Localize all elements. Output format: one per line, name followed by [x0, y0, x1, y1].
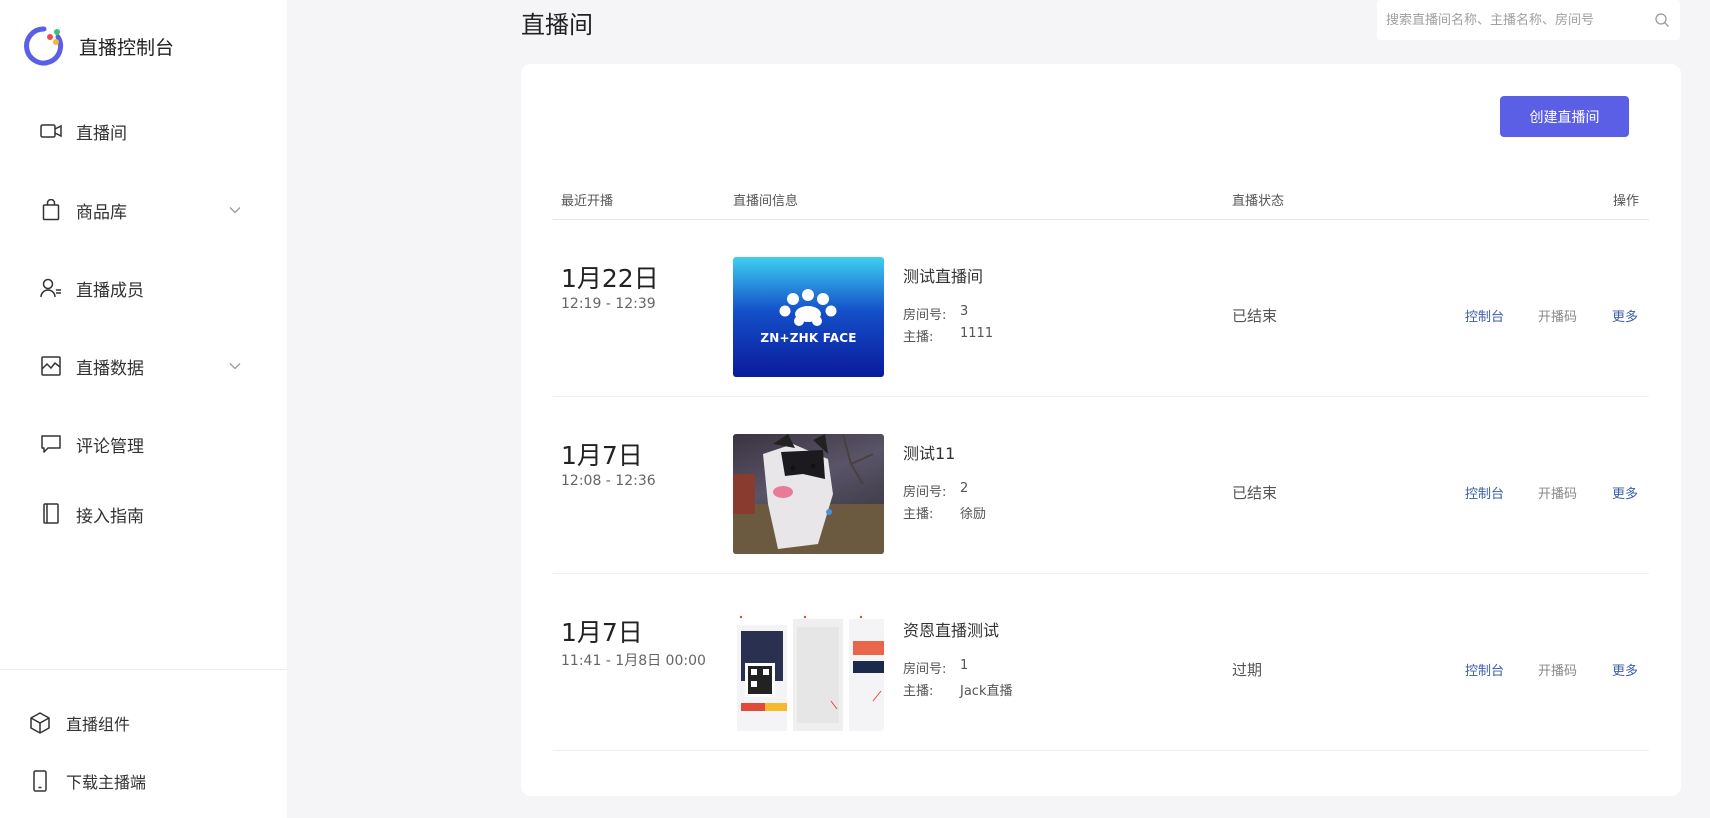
shopping-bag-icon [40, 199, 62, 221]
page-title: 直播间 [521, 11, 593, 39]
status-badge: 过期 [1232, 661, 1263, 679]
column-header-recent: 最近开播 [561, 194, 614, 209]
sidebar-item-members[interactable]: 直播成员 [0, 263, 287, 313]
host-name: 徐励 [960, 507, 987, 522]
sidebar: 直播控制台 直播间 商品库 直播成员 直播数据 评论管理 接入指南 直播组件 下… [0, 0, 287, 818]
sidebar-item-label: 直播成员 [76, 280, 144, 301]
sidebar-item-live-rooms[interactable]: 直播间 [0, 106, 287, 156]
comment-icon [40, 433, 62, 455]
console-link[interactable]: 控制台 [1465, 483, 1504, 502]
room-number: 3 [960, 304, 969, 319]
sidebar-item-components[interactable]: 直播组件 [0, 703, 287, 743]
phone-icon [29, 770, 51, 792]
row-date: 1月7日 [561, 441, 643, 470]
column-header-status: 直播状态 [1232, 194, 1285, 209]
live-room-card: 创建直播间 最近开播 直播间信息 直播状态 操作 1月22日 12:19 - 1… [521, 64, 1681, 796]
book-icon [40, 503, 62, 525]
video-camera-icon [40, 120, 62, 142]
sidebar-item-guide[interactable]: 接入指南 [0, 489, 287, 539]
brand[interactable]: 直播控制台 [23, 25, 174, 67]
sidebar-item-label: 评论管理 [76, 436, 144, 457]
room-number-label: 房间号: [903, 485, 947, 500]
create-live-room-button[interactable]: 创建直播间 [1500, 96, 1629, 137]
cube-icon [29, 712, 51, 734]
row-divider [553, 750, 1649, 751]
sidebar-item-label: 直播间 [76, 123, 127, 144]
row-time: 11:41 - 1月8日 00:00 [561, 653, 706, 669]
start-code-link[interactable]: 开播码 [1538, 483, 1577, 502]
status-badge: 已结束 [1232, 484, 1278, 502]
table-row: 1月7日 11:41 - 1月8日 00:00 资恩直播测试 房间号: 1 主播… [521, 574, 1681, 751]
room-thumbnail[interactable] [733, 611, 884, 731]
sidebar-item-label: 商品库 [76, 202, 127, 223]
console-link[interactable]: 控制台 [1465, 306, 1504, 325]
table-row: 1月7日 12:08 - 12:36 测试11 房间号: 2 主播: 徐励 已结… [521, 397, 1681, 574]
column-header-room-info: 直播间信息 [733, 194, 799, 209]
room-thumbnail[interactable] [733, 434, 884, 554]
room-thumbnail[interactable]: ZN+ZHK FACE [733, 257, 884, 377]
more-link[interactable]: 更多 [1612, 660, 1638, 679]
app-screens-image [737, 615, 884, 731]
chevron-down-icon[interactable] [228, 203, 242, 217]
sidebar-divider [0, 669, 287, 670]
room-number: 2 [960, 481, 969, 496]
host-name: 1111 [960, 326, 994, 341]
status-badge: 已结束 [1232, 307, 1278, 325]
row-date: 1月22日 [561, 264, 659, 293]
search-input[interactable] [1386, 12, 1636, 28]
sidebar-item-label: 下载主播端 [66, 773, 147, 792]
brand-logo-graphic [779, 289, 837, 326]
logo-icon [24, 26, 64, 66]
members-icon [40, 277, 62, 299]
sidebar-item-download-host-app[interactable]: 下载主播端 [0, 761, 287, 801]
room-number: 1 [960, 658, 969, 673]
chart-image-icon [40, 355, 62, 377]
column-header-actions: 操作 [1613, 194, 1640, 209]
host-label: 主播: [903, 507, 934, 522]
room-number-label: 房间号: [903, 662, 947, 677]
sidebar-item-products[interactable]: 商品库 [0, 185, 287, 235]
room-name: 资恩直播测试 [903, 621, 1000, 640]
dog-photo-image [733, 434, 884, 554]
start-code-link[interactable]: 开播码 [1538, 660, 1577, 679]
room-name: 测试11 [903, 444, 956, 463]
thumbnail-caption: ZN+ZHK FACE [760, 331, 857, 345]
search-box[interactable] [1377, 0, 1680, 40]
app-name: 直播控制台 [79, 36, 175, 59]
more-link[interactable]: 更多 [1612, 483, 1638, 502]
room-number-label: 房间号: [903, 308, 947, 323]
row-time: 12:19 - 12:39 [561, 296, 656, 312]
chevron-down-icon[interactable] [228, 359, 242, 373]
start-code-link[interactable]: 开播码 [1538, 306, 1577, 325]
host-label: 主播: [903, 330, 934, 345]
more-link[interactable]: 更多 [1612, 306, 1638, 325]
sidebar-item-label: 接入指南 [76, 506, 144, 527]
host-name: Jack直播 [960, 684, 1013, 699]
sidebar-item-label: 直播组件 [66, 715, 131, 734]
row-date: 1月7日 [561, 618, 643, 647]
sidebar-item-comments[interactable]: 评论管理 [0, 419, 287, 469]
sidebar-item-label: 直播数据 [76, 358, 144, 379]
host-label: 主播: [903, 684, 934, 699]
search-icon[interactable] [1654, 12, 1670, 28]
console-link[interactable]: 控制台 [1465, 660, 1504, 679]
table-row: 1月22日 12:19 - 12:39 ZN+ZHK FACE 测试直播间 房间… [521, 220, 1681, 397]
room-name: 测试直播间 [903, 267, 984, 286]
sidebar-item-live-data[interactable]: 直播数据 [0, 341, 287, 391]
row-time: 12:08 - 12:36 [561, 473, 656, 489]
